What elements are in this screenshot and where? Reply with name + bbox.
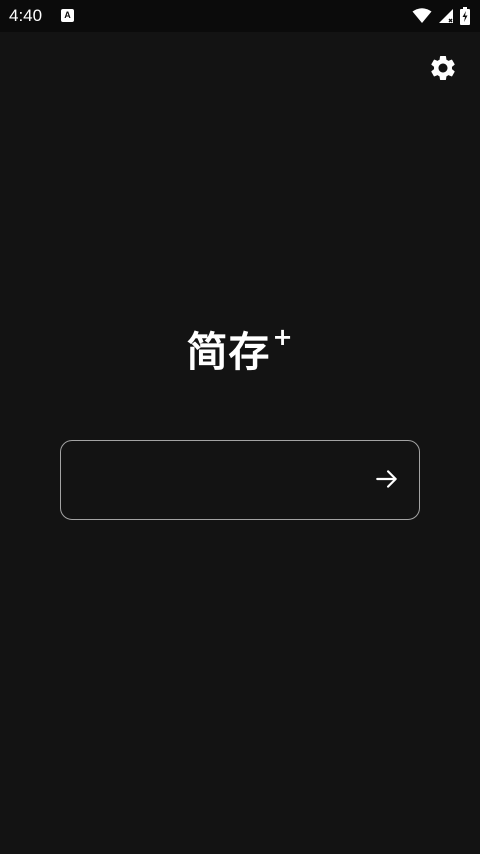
status-icons bbox=[412, 6, 470, 26]
app-title-plus: + bbox=[272, 323, 294, 352]
wifi-icon bbox=[412, 8, 432, 24]
signal-icon bbox=[438, 8, 454, 24]
app-title: 简存+ bbox=[0, 318, 480, 378]
gear-icon bbox=[428, 53, 458, 87]
arrow-right-icon bbox=[374, 466, 400, 496]
app-title-text: 简存 bbox=[186, 328, 271, 376]
notification-badge: A bbox=[61, 9, 74, 22]
settings-button[interactable] bbox=[426, 53, 460, 87]
app-screen: 4:40 A 简存+ bbox=[0, 0, 480, 854]
battery-charging-icon bbox=[460, 7, 470, 25]
input-box bbox=[60, 440, 420, 520]
status-time: 4:40 bbox=[9, 6, 43, 25]
submit-button[interactable] bbox=[367, 461, 407, 501]
main-input[interactable] bbox=[77, 451, 357, 509]
status-bar: 4:40 A bbox=[0, 0, 480, 32]
